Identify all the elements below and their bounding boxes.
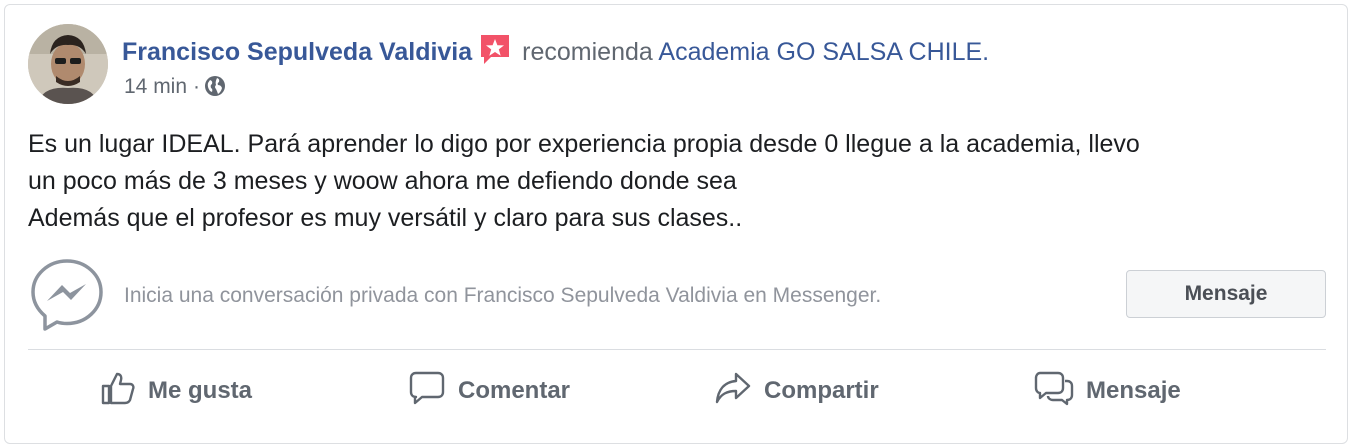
comment-icon [408, 370, 458, 413]
globe-icon[interactable] [204, 75, 226, 105]
recommendation-star-icon [478, 32, 512, 75]
like-label: Me gusta [148, 377, 253, 404]
comment-button[interactable]: Comentar [408, 366, 570, 416]
send-message-button[interactable]: Mensaje [1126, 270, 1326, 318]
share-button[interactable]: Compartir [714, 366, 879, 416]
thumbs-up-icon [100, 370, 148, 413]
post-text-line: Además que el profesor es muy versátil y… [28, 204, 743, 232]
actions-divider [28, 349, 1326, 350]
message-label: Mensaje [1086, 377, 1181, 404]
message-button[interactable]: Mensaje [1034, 366, 1181, 416]
author-avatar[interactable] [28, 24, 108, 104]
comment-label: Comentar [458, 377, 571, 404]
share-label: Compartir [764, 377, 879, 404]
author-name-link[interactable]: Francisco Sepulveda Valdivia [122, 38, 472, 66]
post-header: Francisco Sepulveda Valdivia recomienda A… [122, 32, 989, 75]
page-name-link[interactable]: Academia GO SALSA CHILE. [658, 38, 989, 66]
meta-separator: · [193, 75, 201, 98]
messenger-prompt-text: Inicia una conversación privada con Fran… [124, 284, 882, 307]
post-text-line: Es un lugar IDEAL. Pará aprender lo digo… [28, 130, 1140, 158]
post-meta: 14 min · [124, 73, 226, 105]
post-body: Es un lugar IDEAL. Pará aprender lo digo… [28, 126, 1324, 237]
messenger-icon [30, 258, 104, 337]
share-icon [714, 370, 764, 413]
post-timestamp[interactable]: 14 min [124, 75, 187, 98]
like-button[interactable]: Me gusta [100, 366, 252, 416]
recommends-text: recomienda [522, 38, 653, 66]
post-text-line: un poco más de 3 meses y woow ahora me d… [28, 167, 737, 195]
message-icon [1034, 370, 1086, 413]
